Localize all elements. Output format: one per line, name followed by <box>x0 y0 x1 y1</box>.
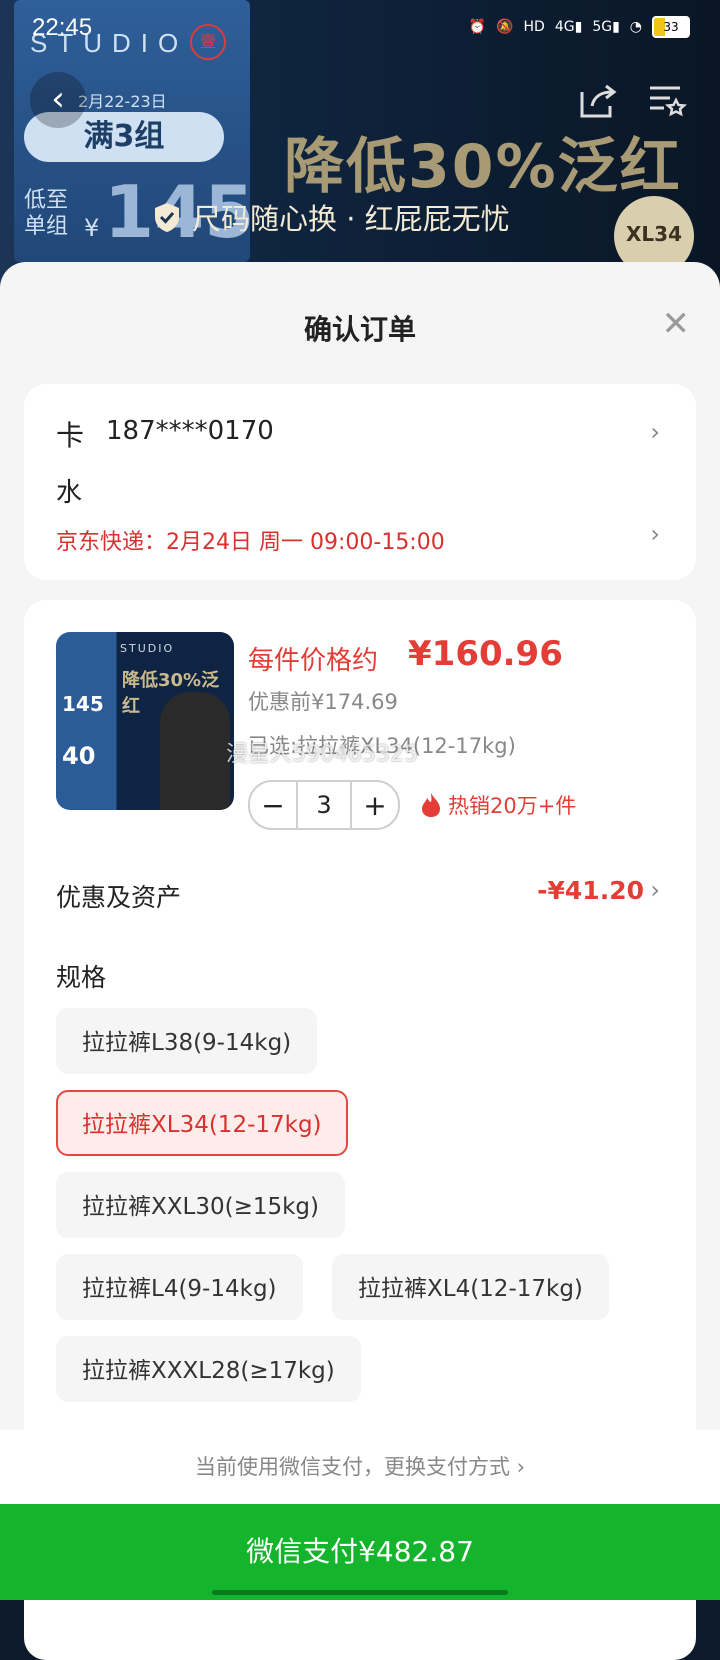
spec-option[interactable]: 拉拉裤XXXL28(≥17kg) <box>56 1336 361 1402</box>
wechat-pay-button[interactable]: 微信支付¥482.87 <box>0 1504 720 1600</box>
hot-sales-text: 热销20万+件 <box>448 794 577 818</box>
spec-option[interactable]: 拉拉裤XXL30(≥15kg) <box>56 1172 345 1238</box>
low-price-label: 低至 单组 <box>24 188 69 239</box>
unit-price-label: 每件价格约 <box>248 646 379 676</box>
flame-icon <box>422 793 440 817</box>
mute-icon: 🔕 <box>496 19 514 35</box>
recipient-name: 卡 <box>56 419 85 452</box>
signal-4g-icon: 4G▮ <box>554 19 583 35</box>
promo-date: 2月22-23日 <box>78 92 167 111</box>
guarantee-text: 尺码随心换 · 红屁屁无忧 <box>192 202 510 236</box>
battery-icon: 33 <box>652 16 690 38</box>
quantity-stepper: − 3 + <box>248 780 400 830</box>
share-icon[interactable] <box>576 78 620 122</box>
user-watermark: 漫星人590465325 <box>226 742 418 767</box>
decrease-button[interactable]: − <box>250 789 296 822</box>
spec-option[interactable]: 拉拉裤L4(9-14kg) <box>56 1254 303 1320</box>
spec-title: 规格 <box>56 963 107 992</box>
shipping-time[interactable]: 京东快递：2月24日 周一 09:00-15:00 <box>56 524 445 556</box>
thumb-price: 145 <box>62 692 104 716</box>
alarm-icon: ⏰ <box>468 19 487 35</box>
yen-sign: ¥ <box>84 214 100 242</box>
thumb-price-2: 40 <box>62 742 96 770</box>
quantity-value[interactable]: 3 <box>296 782 352 828</box>
original-price: 优惠前¥174.69 <box>248 690 398 714</box>
address-card[interactable]: 卡 187****0170 › 水 京东快递：2月24日 周一 09:00-15… <box>24 384 696 580</box>
thumb-brand: STUDIO <box>120 642 175 655</box>
model-photo <box>160 692 230 810</box>
product-thumbnail: STUDIO 降低30%泛红 145 40 <box>56 632 234 810</box>
unit-price: ¥160.96 <box>408 634 563 674</box>
payment-method-switch[interactable]: 当前使用微信支付，更换支付方式 › <box>0 1430 720 1504</box>
favorite-list-icon[interactable] <box>644 78 688 122</box>
back-button[interactable]: ‹ <box>30 72 86 128</box>
hot-sales-badge: 热销20万+件 <box>420 790 576 820</box>
hd-icon: HD <box>523 19 545 35</box>
chevron-right-icon: › <box>650 418 660 446</box>
recipient-address: 水 <box>56 478 83 508</box>
home-indicator <box>212 1590 508 1595</box>
recipient-phone: 187****0170 <box>106 416 274 446</box>
shield-check-icon <box>155 203 179 232</box>
status-time: 22:45 <box>32 14 93 41</box>
guarantee-banner: 尺码随心换 · 红屁屁无忧 <box>152 196 510 238</box>
increase-button[interactable]: + <box>352 789 398 822</box>
confirm-order-sheet: 确认订单 ✕ 卡 187****0170 › 水 京东快递：2月24日 周一 0… <box>0 262 720 1660</box>
banner-headline: 降低30%泛红 <box>284 132 682 202</box>
sheet-title: 确认订单 <box>303 313 416 346</box>
spec-option[interactable]: 拉拉裤XL4(12-17kg) <box>332 1254 609 1320</box>
spec-option-selected[interactable]: 拉拉裤XL34(12-17kg) <box>56 1090 348 1156</box>
close-icon[interactable]: ✕ <box>662 304 691 344</box>
chevron-right-icon: › <box>650 876 660 904</box>
status-bar: 22:45 ⏰ 🔕 HD 4G▮ 5G▮ ◔ 33 <box>0 0 720 56</box>
chevron-right-icon: › <box>650 520 660 548</box>
wifi-icon: ◔ <box>629 19 642 35</box>
discount-value[interactable]: -¥41.20 <box>537 876 644 905</box>
spec-option[interactable]: 拉拉裤L38(9-14kg) <box>56 1008 318 1074</box>
status-icons: ⏰ 🔕 HD 4G▮ 5G▮ ◔ 33 <box>469 16 690 38</box>
discount-label[interactable]: 优惠及资产 <box>56 878 181 914</box>
signal-5g-icon: 5G▮ <box>592 19 620 35</box>
